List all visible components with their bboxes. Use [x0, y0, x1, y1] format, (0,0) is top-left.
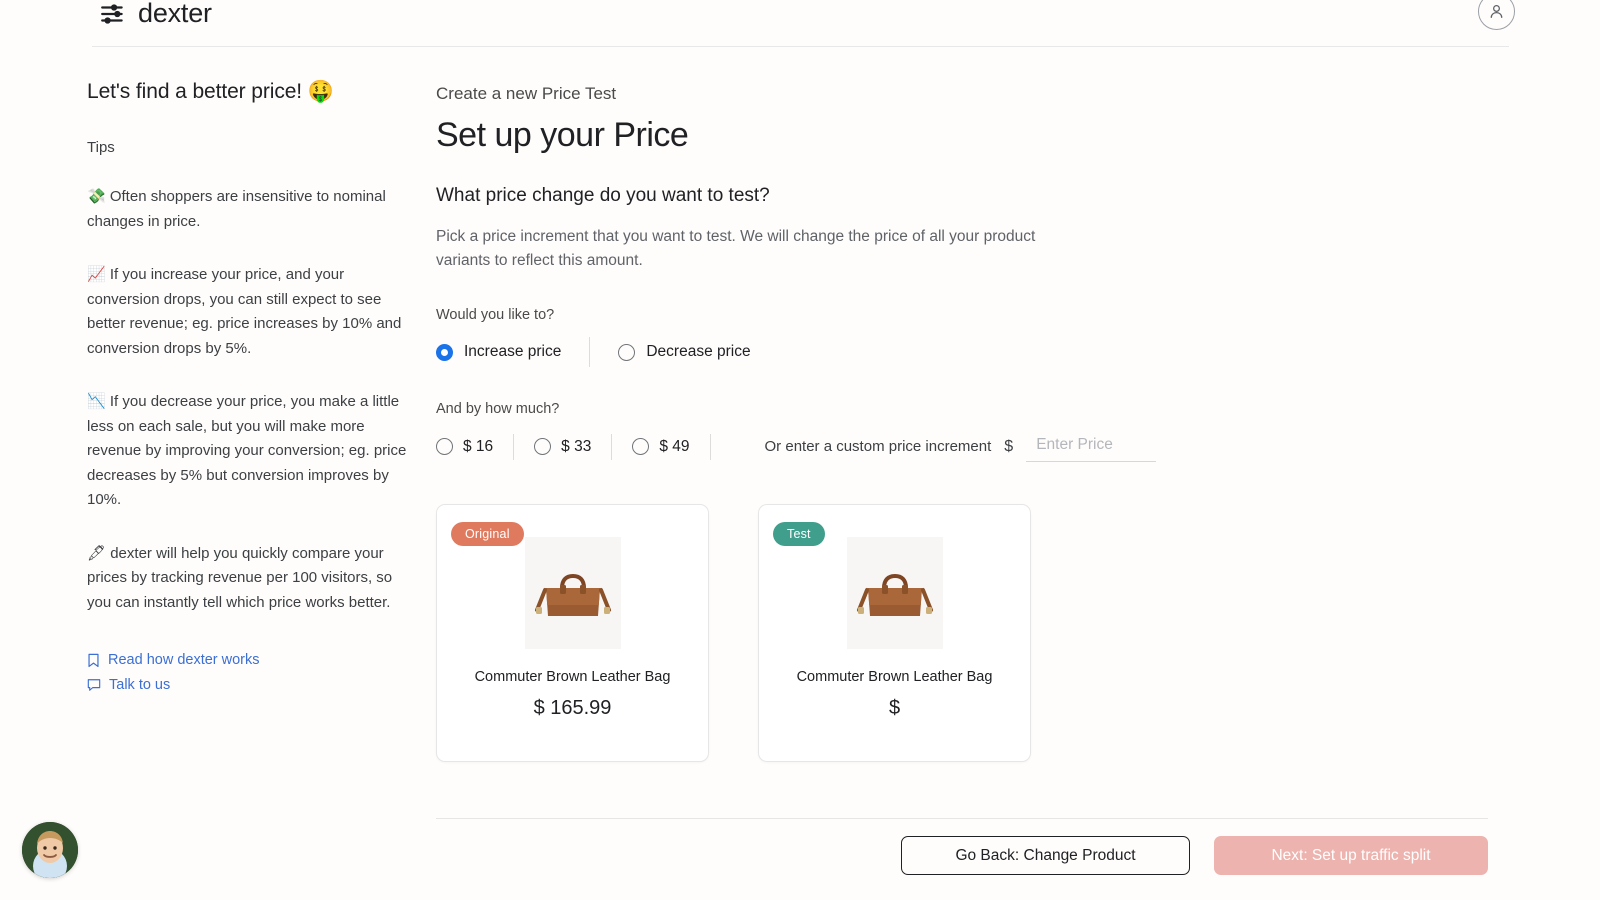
brand-name: dexter — [138, 0, 212, 29]
product-comparison: Original Commuter Brown Leather Bag $ 16 — [436, 504, 1496, 762]
link-label: Read how dexter works — [108, 652, 260, 668]
radio-decrease-price[interactable]: Decrease price — [618, 343, 750, 361]
currency-symbol: $ — [1004, 438, 1013, 456]
direction-label: Would you like to? — [436, 307, 1496, 323]
leather-bag-icon — [854, 560, 936, 626]
product-image — [847, 537, 943, 649]
sidebar-heading: Let's find a better price! 🤑 — [87, 78, 417, 105]
next-button[interactable]: Next: Set up traffic split — [1214, 836, 1488, 875]
amount-label: And by how much? — [436, 401, 1496, 417]
product-image — [525, 537, 621, 649]
product-name: Commuter Brown Leather Bag — [759, 669, 1030, 685]
footer-actions: Go Back: Change Product Next: Set up tra… — [901, 836, 1488, 875]
bookmark-icon — [87, 653, 100, 668]
leather-bag-icon — [532, 560, 614, 626]
custom-price-field: Or enter a custom price increment $ — [765, 431, 1157, 462]
price-test-setup-page: dexter Let's find a better price! 🤑 Tips… — [0, 0, 1600, 900]
main-content: Create a new Price Test Set up your Pric… — [436, 84, 1496, 762]
section-question: What price change do you want to test? — [436, 185, 1496, 207]
radio-indicator — [618, 344, 635, 361]
radio-label: Decrease price — [646, 343, 750, 361]
radio-indicator — [436, 344, 453, 361]
tip-item: 📈 If you increase your price, and your c… — [87, 263, 407, 361]
radio-label: $ 16 — [463, 438, 493, 456]
sidebar-links: Read how dexter works Talk to us — [87, 652, 417, 693]
product-name: Commuter Brown Leather Bag — [437, 669, 708, 685]
radio-indicator — [632, 438, 649, 455]
tips-sidebar: Let's find a better price! 🤑 Tips 💸 Ofte… — [87, 78, 417, 702]
tip-item: 📉 If you decrease your price, you make a… — [87, 390, 407, 513]
product-card-test: Test Commuter Brown Leather Bag $ — [758, 504, 1031, 762]
go-back-button[interactable]: Go Back: Change Product — [901, 836, 1190, 875]
app-header: dexter — [0, 0, 1600, 47]
footer-divider — [436, 818, 1488, 819]
radio-indicator — [436, 438, 453, 455]
section-description: Pick a price increment that you want to … — [436, 225, 1086, 273]
link-label: Talk to us — [109, 677, 170, 693]
radio-increase-price[interactable]: Increase price — [436, 343, 561, 361]
breadcrumb: Create a new Price Test — [436, 84, 1496, 104]
tip-item: 🖋 dexter will help you quickly compare y… — [87, 542, 407, 616]
amount-radio-group: $ 16 $ 33 $ 49 Or enter a custom price i… — [436, 431, 1496, 462]
direction-radio-group: Increase price Decrease price — [436, 337, 1496, 367]
tip-item: 💸 Often shoppers are insensitive to nomi… — [87, 185, 407, 234]
status-badge: Test — [773, 522, 825, 546]
radio-amount-16[interactable]: $ 16 — [436, 438, 493, 456]
brand-logo[interactable]: dexter — [100, 0, 212, 29]
radio-label: $ 49 — [659, 438, 689, 456]
radio-amount-49[interactable]: $ 49 — [632, 438, 689, 456]
tips-label: Tips — [87, 139, 417, 156]
link-read-how-dexter-works[interactable]: Read how dexter works — [87, 652, 417, 668]
radio-label: $ 33 — [561, 438, 591, 456]
divider — [589, 337, 590, 367]
sliders-icon — [100, 1, 126, 27]
divider — [611, 434, 612, 460]
chat-bubble-icon — [87, 678, 101, 692]
custom-price-label: Or enter a custom price increment — [765, 438, 992, 455]
support-agent-avatar — [22, 822, 78, 878]
radio-label: Increase price — [464, 343, 561, 361]
product-card-original: Original Commuter Brown Leather Bag $ 16 — [436, 504, 709, 762]
page-title: Set up your Price — [436, 116, 1496, 155]
support-chat-avatar[interactable] — [22, 822, 78, 878]
header-divider — [92, 46, 1509, 47]
account-button[interactable] — [1478, 0, 1515, 30]
product-price: $ — [759, 697, 1030, 720]
link-talk-to-us[interactable]: Talk to us — [87, 677, 417, 693]
status-badge: Original — [451, 522, 524, 546]
user-avatar-icon — [1487, 2, 1506, 21]
custom-price-input[interactable] — [1026, 431, 1156, 462]
divider — [513, 434, 514, 460]
product-price: $ 165.99 — [437, 697, 708, 720]
radio-amount-33[interactable]: $ 33 — [534, 438, 591, 456]
radio-indicator — [534, 438, 551, 455]
divider — [710, 434, 711, 460]
